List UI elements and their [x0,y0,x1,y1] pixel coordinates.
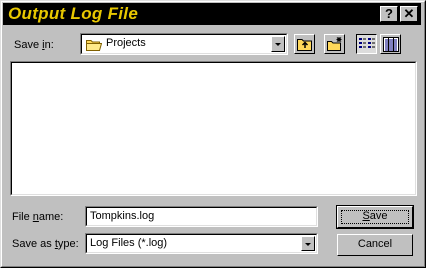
file-list-pane[interactable] [10,61,417,196]
save-in-combo[interactable]: Projects [80,33,288,55]
details-view-button[interactable] [380,34,401,54]
create-new-folder-icon [327,37,343,54]
file-name-label: File name: [12,211,63,223]
create-new-folder-button[interactable] [324,34,345,54]
save-as-type-label-suffix: ype: [57,238,79,250]
save-in-label-suffix: n: [44,39,54,51]
save-button[interactable]: Save [336,205,414,229]
save-in-dropdown-button[interactable] [271,36,285,52]
list-view-icon [359,38,375,54]
save-in-label-prefix: Save [14,39,43,51]
file-name-label-suffix: ame: [38,211,64,223]
details-view-icon [383,37,399,55]
list-view-button[interactable] [356,34,377,54]
save-as-type-label: Save as type: [12,238,79,250]
cancel-button[interactable]: Cancel [337,234,413,256]
window-title: Output Log File [8,4,139,23]
file-name-label-prefix: File [12,211,33,223]
save-as-type-dropdown-button[interactable] [301,236,315,251]
dialog-window: Output Log File ? ✕ Save in: Projects Fi… [0,0,426,268]
save-as-type-label-prefix: Save as [12,238,55,250]
folder-icon [86,38,103,54]
close-button[interactable]: ✕ [400,6,418,22]
save-button-focus [341,210,409,224]
file-list-pane-inner [11,62,416,195]
save-as-type-combo[interactable]: Log Files (*.log) [85,233,318,254]
save-as-type-value: Log Files (*.log) [90,237,168,249]
save-in-value: Projects [106,37,146,49]
up-one-level-icon [297,37,313,54]
file-name-value: Tompkins.log [90,210,155,222]
save-in-label: Save in: [14,39,54,51]
up-one-level-button[interactable] [294,34,315,54]
file-name-input[interactable]: Tompkins.log [85,206,318,227]
title-bar[interactable]: Output Log File ? ✕ [3,3,421,25]
help-button[interactable]: ? [380,6,398,22]
